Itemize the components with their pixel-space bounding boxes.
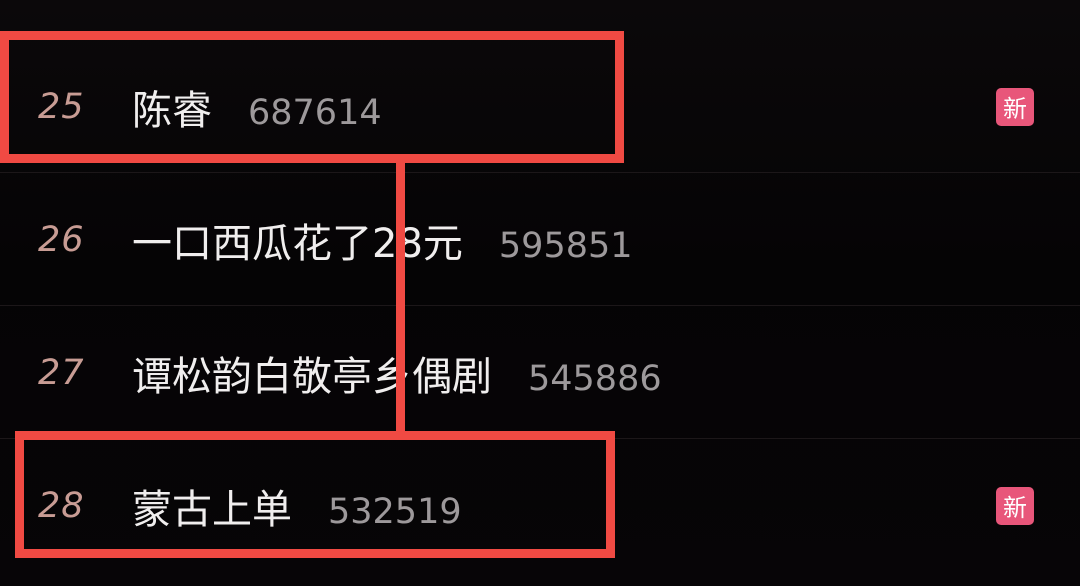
trending-item-26[interactable]: 26 一口西瓜花了28元 595851: [0, 173, 1080, 306]
topic-title[interactable]: 一口西瓜花了28元: [132, 211, 463, 269]
heat-count: 687614: [248, 92, 382, 133]
trending-list-screen: 25 陈睿 687614 新 26 一口西瓜花了28元 595851 27 谭松…: [0, 0, 1080, 586]
heat-count: 532519: [328, 491, 462, 532]
rank-number: 26: [38, 219, 85, 260]
trending-item-28[interactable]: 28 蒙古上单 532519 新: [0, 439, 1080, 572]
topic-title[interactable]: 蒙古上单: [132, 477, 292, 535]
rank-number: 28: [38, 485, 85, 526]
topic-title[interactable]: 谭松韵白敬亭乡偶剧: [132, 344, 492, 402]
trending-list: 25 陈睿 687614 新 26 一口西瓜花了28元 595851 27 谭松…: [0, 40, 1080, 572]
topic: 谭松韵白敬亭乡偶剧 545886: [132, 344, 662, 402]
heat-count: 545886: [528, 358, 662, 399]
rank-number: 25: [38, 86, 85, 127]
topic-title[interactable]: 陈睿: [132, 78, 212, 136]
topic: 一口西瓜花了28元 595851: [132, 211, 633, 269]
heat-count: 595851: [498, 225, 633, 266]
topic: 蒙古上单 532519: [132, 477, 462, 535]
trending-item-27[interactable]: 27 谭松韵白敬亭乡偶剧 545886: [0, 306, 1080, 439]
rank-number: 27: [38, 352, 85, 393]
trending-item-25[interactable]: 25 陈睿 687614 新: [0, 40, 1080, 173]
new-badge: 新: [996, 486, 1034, 525]
new-badge: 新: [996, 87, 1034, 126]
topic: 陈睿 687614: [132, 78, 382, 136]
